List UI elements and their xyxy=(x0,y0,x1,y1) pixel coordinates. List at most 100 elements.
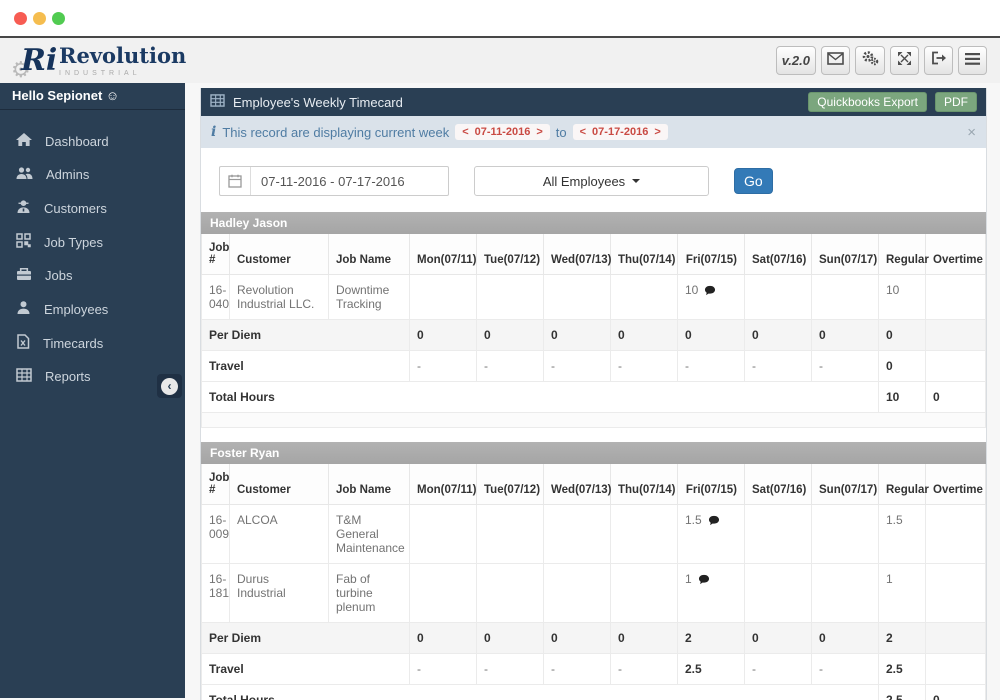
page-title: Employee's Weekly Timecard xyxy=(233,95,800,110)
week-start-pill: < 07-11-2016 > xyxy=(455,124,550,140)
date-range-input[interactable]: 07-11-2016 - 07-17-2016 xyxy=(219,166,449,196)
regular-cell: 2 xyxy=(879,623,926,654)
overtime-cell xyxy=(926,320,986,351)
sidebar-item-admins[interactable]: Admins xyxy=(0,158,185,191)
close-window-button[interactable] xyxy=(14,12,27,25)
comment-icon[interactable] xyxy=(704,285,716,299)
sidebar-item-job-types[interactable]: Job Types xyxy=(0,225,185,259)
window-chrome xyxy=(0,0,1000,38)
day-cell xyxy=(745,505,812,564)
timecard-panel: Employee's Weekly Timecard Quickbooks Ex… xyxy=(200,88,987,700)
col-tue: Tue(07/12) xyxy=(477,234,544,275)
pdf-export-button[interactable]: PDF xyxy=(935,92,977,112)
job-row: 16-181 Durus Industrial Fab of turbine p… xyxy=(202,564,986,623)
total-overtime: 0 xyxy=(926,382,986,413)
settings-button[interactable] xyxy=(855,46,885,75)
sidebar-item-customers[interactable]: Customers xyxy=(0,191,185,225)
day-cell: 0 xyxy=(678,320,745,351)
col-thu: Thu(07/14) xyxy=(611,234,678,275)
total-regular: 2.5 xyxy=(879,685,926,700)
customer-name: ALCOA xyxy=(230,505,329,564)
job-name: Fab of turbine plenum xyxy=(329,564,410,623)
sidebar-item-employees[interactable]: Employees xyxy=(0,292,185,326)
sidebar-collapse-button[interactable]: ‹ xyxy=(157,374,182,398)
briefcase-icon xyxy=(16,267,32,284)
col-regular: Regular xyxy=(879,234,926,275)
sidebar-item-dashboard[interactable]: Dashboard xyxy=(0,124,185,158)
job-row: 16-009 ALCOA T&M General Maintenance 1.5… xyxy=(202,505,986,564)
comment-icon[interactable] xyxy=(708,515,720,529)
regular-cell: 0 xyxy=(879,320,926,351)
day-cell: 0 xyxy=(812,320,879,351)
total-regular: 10 xyxy=(879,382,926,413)
logo[interactable]: ⚙ Ri Revolution INDUSTRIAL xyxy=(13,43,186,79)
day-cell xyxy=(544,275,611,320)
job-number: 16-009 xyxy=(202,505,230,564)
employee-name-bar: Foster Ryan xyxy=(201,442,986,464)
table-icon xyxy=(16,368,32,385)
col-fri: Fri(07/15) xyxy=(678,464,745,505)
mail-icon xyxy=(827,52,844,70)
sidebar-item-label: Timecards xyxy=(43,336,103,351)
day-cell: 0 xyxy=(410,320,477,351)
day-cell xyxy=(410,275,477,320)
day-cell: 0 xyxy=(477,320,544,351)
version-button[interactable]: v.2.0 xyxy=(776,46,816,75)
mail-button[interactable] xyxy=(821,46,850,75)
comment-icon[interactable] xyxy=(698,574,710,588)
day-cell: 0 xyxy=(745,320,812,351)
week-start-date: 07-11-2016 xyxy=(475,126,531,138)
employee-section-hadley: Hadley Jason Job # Customer Job Name Mon… xyxy=(201,212,986,428)
table-header-row: Job # Customer Job Name Mon(07/11) Tue(0… xyxy=(202,464,986,505)
version-label: v.2.0 xyxy=(782,53,810,68)
spacer-row xyxy=(202,413,986,428)
day-cell: - xyxy=(678,351,745,382)
col-wed: Wed(07/13) xyxy=(544,234,611,275)
day-cell: 1 xyxy=(678,564,745,623)
menu-button[interactable] xyxy=(958,46,987,75)
job-number: 16-181 xyxy=(202,564,230,623)
overtime-cell xyxy=(926,623,986,654)
day-cell: 0 xyxy=(745,623,812,654)
day-cell xyxy=(410,564,477,623)
total-overtime: 0 xyxy=(926,685,986,700)
day-cell xyxy=(745,564,812,623)
zoom-window-button[interactable] xyxy=(52,12,65,25)
prev-week-arrow[interactable]: < xyxy=(580,126,586,138)
employee-select[interactable]: All Employees xyxy=(474,166,709,196)
app-window: ⚙ Ri Revolution INDUSTRIAL v.2.0 xyxy=(0,0,1000,700)
col-overtime: Overtime xyxy=(926,464,986,505)
day-cell xyxy=(611,505,678,564)
timecard-table-hadley: Job # Customer Job Name Mon(07/11) Tue(0… xyxy=(201,234,986,428)
day-cell: 10 xyxy=(678,275,745,320)
timecard-table-foster: Job # Customer Job Name Mon(07/11) Tue(0… xyxy=(201,464,986,700)
row-label: Travel xyxy=(202,654,410,685)
day-cell: - xyxy=(812,654,879,685)
day-cell: 2.5 xyxy=(678,654,745,685)
next-week-arrow[interactable]: > xyxy=(654,126,660,138)
day-cell xyxy=(812,564,879,623)
prev-week-arrow[interactable]: < xyxy=(462,126,468,138)
quickbooks-export-button[interactable]: Quickbooks Export xyxy=(808,92,927,112)
day-cell: 1.5 xyxy=(678,505,745,564)
day-cell: - xyxy=(611,351,678,382)
col-job-name: Job Name xyxy=(329,464,410,505)
date-range-value: 07-11-2016 - 07-17-2016 xyxy=(251,174,415,189)
total-hours-row: Total Hours 2.5 0 xyxy=(202,685,986,700)
logout-button[interactable] xyxy=(924,46,953,75)
day-cell xyxy=(477,505,544,564)
fullscreen-button[interactable] xyxy=(890,46,919,75)
table-header-row: Job # Customer Job Name Mon(07/11) Tue(0… xyxy=(202,234,986,275)
day-cell: 0 xyxy=(544,320,611,351)
sidebar-item-timecards[interactable]: Timecards xyxy=(0,326,185,360)
next-week-arrow[interactable]: > xyxy=(536,126,542,138)
sidebar-item-jobs[interactable]: Jobs xyxy=(0,259,185,292)
to-label: to xyxy=(556,125,567,140)
day-cell xyxy=(410,505,477,564)
sidebar-item-label: Reports xyxy=(45,369,91,384)
go-button[interactable]: Go xyxy=(734,168,773,194)
logo-secondary-text: INDUSTRIAL xyxy=(59,70,186,77)
close-icon[interactable]: × xyxy=(967,124,976,141)
col-thu: Thu(07/14) xyxy=(611,464,678,505)
minimize-window-button[interactable] xyxy=(33,12,46,25)
